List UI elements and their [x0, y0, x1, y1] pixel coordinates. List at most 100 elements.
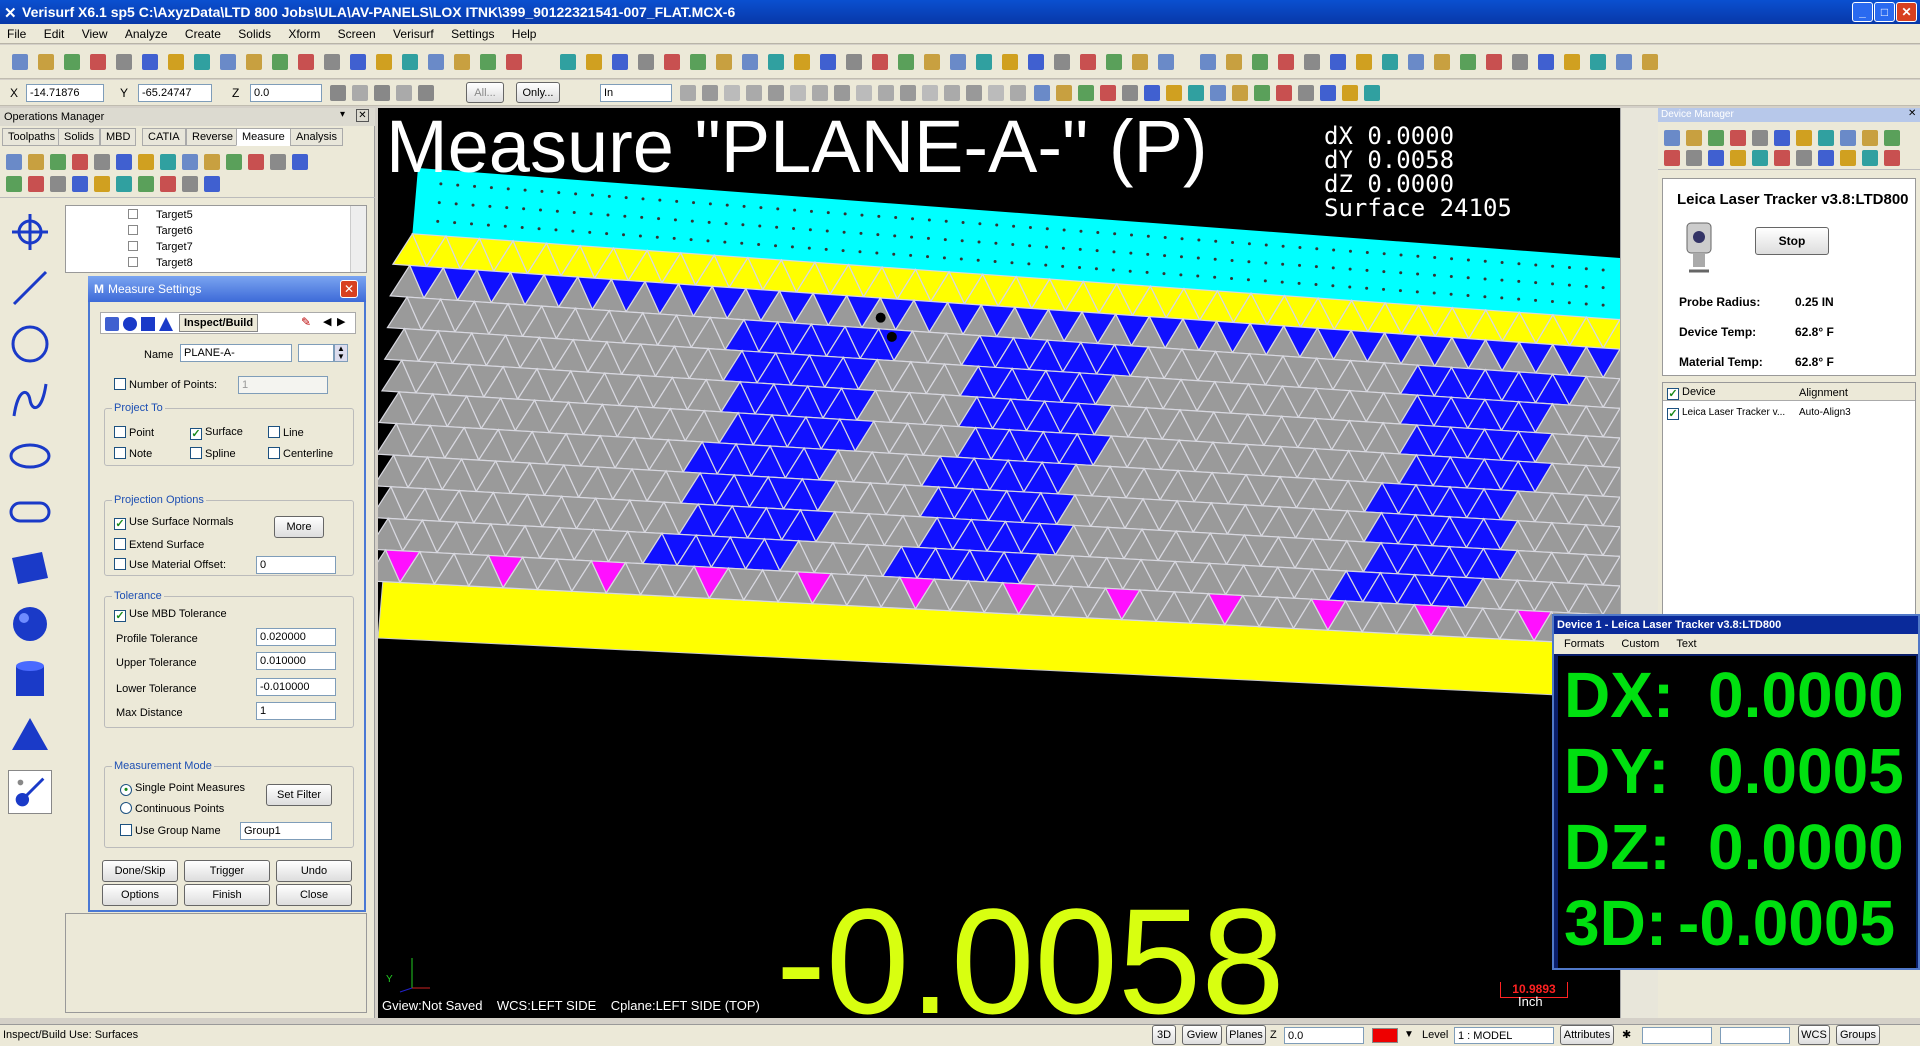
undo-button[interactable]: Undo — [276, 860, 352, 882]
use-mbd-tolerance-checkbox[interactable]: ✓ Use MBD Tolerance — [114, 608, 227, 622]
single-point-radio[interactable]: • Single Point Measures — [120, 782, 245, 796]
toolbar-icon[interactable] — [794, 54, 810, 70]
only-button[interactable]: Only... — [516, 82, 560, 103]
toolbar-icon[interactable] — [428, 54, 444, 70]
line-checkbox[interactable]: Line — [268, 426, 304, 440]
toolbar-icon[interactable] — [396, 85, 412, 101]
options-button[interactable]: Options — [102, 884, 178, 906]
upper-tolerance-field[interactable]: 0.010000 — [256, 652, 336, 670]
toolbar-icon[interactable] — [1616, 54, 1632, 70]
device-tool-icon[interactable] — [1862, 150, 1878, 166]
tab-analysis[interactable]: Analysis — [290, 128, 343, 146]
device-tool-icon[interactable] — [1686, 150, 1702, 166]
device-tool-icon[interactable] — [1752, 150, 1768, 166]
table-row[interactable]: ✓ Leica Laser Tracker v... Auto-Align3 — [1663, 403, 1915, 421]
toolbar-icon[interactable] — [402, 54, 418, 70]
measure-tool-icon[interactable] — [204, 176, 220, 192]
level-field[interactable]: 1 : MODEL — [1454, 1027, 1554, 1044]
toolbar-icon[interactable] — [922, 85, 938, 101]
surface-checkbox[interactable]: ✓ Surface — [190, 426, 243, 440]
tab-solids[interactable]: Solids — [58, 128, 100, 146]
lower-tolerance-field[interactable]: -0.010000 — [256, 678, 336, 696]
gview-button[interactable]: Gview — [1182, 1025, 1222, 1045]
toolbar-icon[interactable] — [1034, 85, 1050, 101]
toolbar-icon[interactable] — [376, 54, 392, 70]
toolbar-icon[interactable] — [768, 54, 784, 70]
measure-tool-icon[interactable] — [160, 176, 176, 192]
toolbar-icon[interactable] — [1512, 54, 1528, 70]
cone-tool-icon[interactable] — [8, 714, 52, 758]
toolbar-icon[interactable] — [506, 54, 522, 70]
measure-tool-icon[interactable] — [226, 154, 242, 170]
num-points-checkbox[interactable]: Number of Points: — [114, 378, 217, 392]
toolbar-icon[interactable] — [142, 54, 158, 70]
tab-catia[interactable]: CATIA — [142, 128, 186, 146]
measure-tool-icon[interactable] — [72, 176, 88, 192]
toolbar-icon[interactable] — [664, 54, 680, 70]
line-tool-icon[interactable] — [8, 266, 52, 310]
profile-tolerance-field[interactable]: 0.020000 — [256, 628, 336, 646]
menu-file[interactable]: File — [0, 24, 33, 44]
circle-tool-icon[interactable] — [8, 322, 52, 366]
note-checkbox[interactable]: Note — [114, 447, 152, 461]
tab-mbd[interactable]: MBD — [100, 128, 137, 146]
toolbar-icon[interactable] — [690, 54, 706, 70]
toolbar-icon[interactable] — [1408, 54, 1424, 70]
finish-button[interactable]: Finish — [184, 884, 270, 906]
readout-menu-formats[interactable]: Formats — [1564, 638, 1604, 650]
z-coordinate-field[interactable]: 0.0 — [250, 84, 322, 102]
measure-tool-icon[interactable] — [94, 176, 110, 192]
extend-surface-checkbox[interactable]: Extend Surface — [114, 538, 204, 552]
cylinder-tool-icon[interactable] — [8, 658, 52, 702]
toolbar-icon[interactable] — [846, 54, 862, 70]
material-offset-checkbox[interactable]: Use Material Offset: — [114, 558, 226, 572]
measure-tool-icon[interactable] — [204, 154, 220, 170]
device-tool-icon[interactable] — [1730, 150, 1746, 166]
device-tool-icon[interactable] — [1708, 150, 1724, 166]
measure-tool-icon[interactable] — [28, 176, 44, 192]
toolbar-icon[interactable] — [1356, 54, 1372, 70]
measured-point[interactable] — [886, 331, 897, 342]
toolbar-icon[interactable] — [1342, 85, 1358, 101]
toolbar-icon[interactable] — [724, 85, 740, 101]
device-tool-icon[interactable] — [1796, 130, 1812, 146]
toolbar-icon[interactable] — [374, 85, 390, 101]
name-dropdown[interactable] — [298, 344, 334, 362]
scroll-right-icon[interactable]: ▶ — [337, 315, 345, 328]
menu-help[interactable]: Help — [505, 24, 544, 44]
toolbar-icon[interactable] — [350, 54, 366, 70]
num-points-field[interactable]: 1 — [238, 376, 328, 394]
slot-tool-icon[interactable] — [8, 490, 52, 534]
toolbar-icon[interactable] — [1460, 54, 1476, 70]
name-field[interactable]: PLANE-A- — [180, 344, 292, 362]
toolbar-icon[interactable] — [1078, 85, 1094, 101]
tree-item[interactable]: Target8 — [128, 256, 193, 270]
menu-edit[interactable]: Edit — [37, 24, 72, 44]
probe-tool-icon[interactable] — [8, 770, 52, 814]
measure-tool-icon[interactable] — [138, 154, 154, 170]
cone-mode-icon[interactable] — [159, 317, 173, 331]
toolbar-icon[interactable] — [702, 85, 718, 101]
toolbar-icon[interactable] — [834, 85, 850, 101]
device-tool-icon[interactable] — [1752, 130, 1768, 146]
toolbar-icon[interactable] — [1564, 54, 1580, 70]
toolbar-icon[interactable] — [1590, 54, 1606, 70]
device-column-header[interactable]: ✓ Device — [1667, 386, 1716, 400]
toolbar-icon[interactable] — [38, 54, 54, 70]
menu-verisurf[interactable]: Verisurf — [386, 24, 441, 44]
measure-tool-icon[interactable] — [6, 154, 22, 170]
units-select[interactable]: In — [600, 84, 672, 102]
device-tool-icon[interactable] — [1664, 130, 1680, 146]
sphere-tool-icon[interactable] — [8, 602, 52, 646]
toolbar-icon[interactable] — [820, 54, 836, 70]
toolbar-icon[interactable] — [1188, 85, 1204, 101]
max-distance-field[interactable]: 1 — [256, 702, 336, 720]
toolbar-icon[interactable] — [1210, 85, 1226, 101]
measure-tool-icon[interactable] — [50, 154, 66, 170]
toolbar-icon[interactable] — [1232, 85, 1248, 101]
toolbar-icon[interactable] — [1144, 85, 1160, 101]
toolbar-icon[interactable] — [1166, 85, 1182, 101]
toolbar-icon[interactable] — [1434, 54, 1450, 70]
measure-tool-icon[interactable] — [182, 154, 198, 170]
all-button[interactable]: All... — [466, 82, 504, 103]
